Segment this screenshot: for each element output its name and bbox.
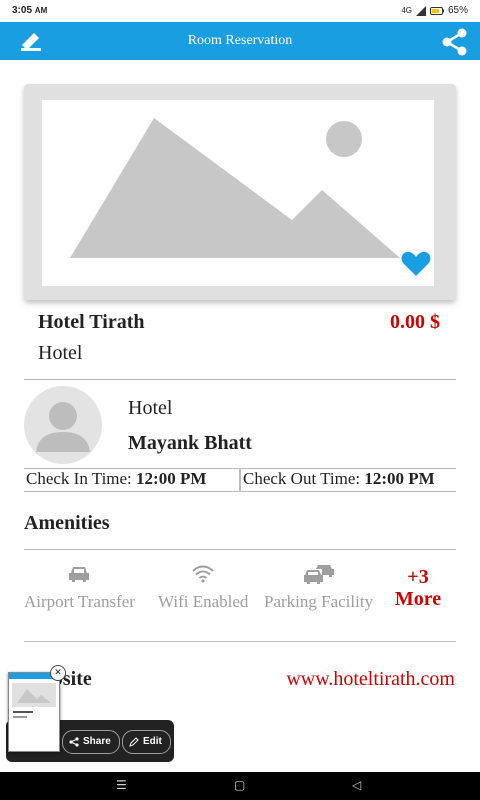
parking-icon: [303, 565, 334, 584]
share-icon: [69, 737, 79, 747]
amenities-list: Airport Transfer Wifi Enabled Parking Fa…: [24, 560, 384, 630]
share-icon[interactable]: [440, 28, 470, 56]
more-label: More: [394, 588, 442, 610]
page-title: Room Reservation: [187, 33, 293, 48]
website-link[interactable]: www.hoteltirath.com: [286, 668, 455, 691]
favorite-heart-icon[interactable]: [400, 250, 432, 278]
recents-icon[interactable]: ☰: [116, 778, 127, 792]
check-in-label: Check In Time:: [26, 469, 132, 488]
hotel-name: Hotel Tirath: [38, 311, 145, 333]
home-icon[interactable]: ▢: [234, 778, 245, 792]
divider: [24, 641, 456, 642]
check-in-cell: Check In Time: 12:00 PM: [24, 469, 239, 491]
network-label: 4G: [401, 6, 412, 15]
status-time: 3:05 AM: [12, 5, 48, 16]
edit-icon[interactable]: [18, 32, 44, 52]
screenshot-share-button[interactable]: Share: [62, 730, 120, 754]
person-icon: [36, 402, 90, 452]
status-indicators: 4G 65%: [401, 5, 468, 16]
more-count: +3: [407, 566, 429, 588]
hotel-image-card[interactable]: [24, 84, 456, 300]
pencil-icon: [129, 737, 139, 747]
share-label: Share: [83, 736, 111, 747]
check-times-row: Check In Time: 12:00 PM Check Out Time: …: [24, 468, 456, 492]
signal-icon: [415, 5, 426, 16]
amenity-item: Airport Transfer: [24, 560, 135, 612]
back-icon[interactable]: ◁: [352, 778, 361, 792]
owner-role: Hotel: [128, 397, 173, 419]
amenity-item: Parking Facility: [264, 560, 373, 612]
amenity-label: Wifi Enabled: [158, 592, 249, 611]
owner-name: Mayank Bhatt: [128, 432, 252, 454]
amenities-heading: Amenities: [24, 512, 110, 534]
amenity-item: Wifi Enabled: [158, 560, 248, 612]
status-bar: 3:05 AM 4G 65%: [0, 0, 480, 22]
check-out-value: 12:00 PM: [364, 469, 435, 488]
battery-label: 65%: [447, 5, 468, 16]
image-placeholder-icon: [70, 118, 400, 258]
amenity-label: Airport Transfer: [24, 592, 135, 611]
system-nav-bar: ☰ ▢ ◁: [0, 772, 480, 800]
car-icon: [69, 567, 90, 582]
avatar: [24, 386, 102, 464]
check-out-label: Check Out Time:: [243, 469, 361, 488]
check-in-value: 12:00 PM: [136, 469, 207, 488]
more-amenities-button[interactable]: +3 More: [388, 566, 448, 610]
divider: [24, 379, 456, 380]
wifi-icon: [192, 565, 214, 583]
image-placeholder: [42, 100, 434, 286]
hotel-price: 0.00 $: [390, 311, 440, 333]
hotel-type: Hotel: [38, 342, 83, 364]
screenshot-edit-button[interactable]: Edit: [122, 730, 171, 754]
thumbnail-preview: [9, 673, 59, 718]
battery-icon: [429, 6, 444, 15]
close-icon[interactable]: ✕: [50, 665, 66, 681]
amenity-label: Parking Facility: [264, 592, 374, 611]
edit-label: Edit: [143, 736, 162, 747]
screenshot-thumbnail[interactable]: [8, 672, 60, 752]
app-bar: Room Reservation: [0, 22, 480, 60]
divider: [24, 549, 456, 550]
check-out-cell: Check Out Time: 12:00 PM: [239, 469, 456, 491]
